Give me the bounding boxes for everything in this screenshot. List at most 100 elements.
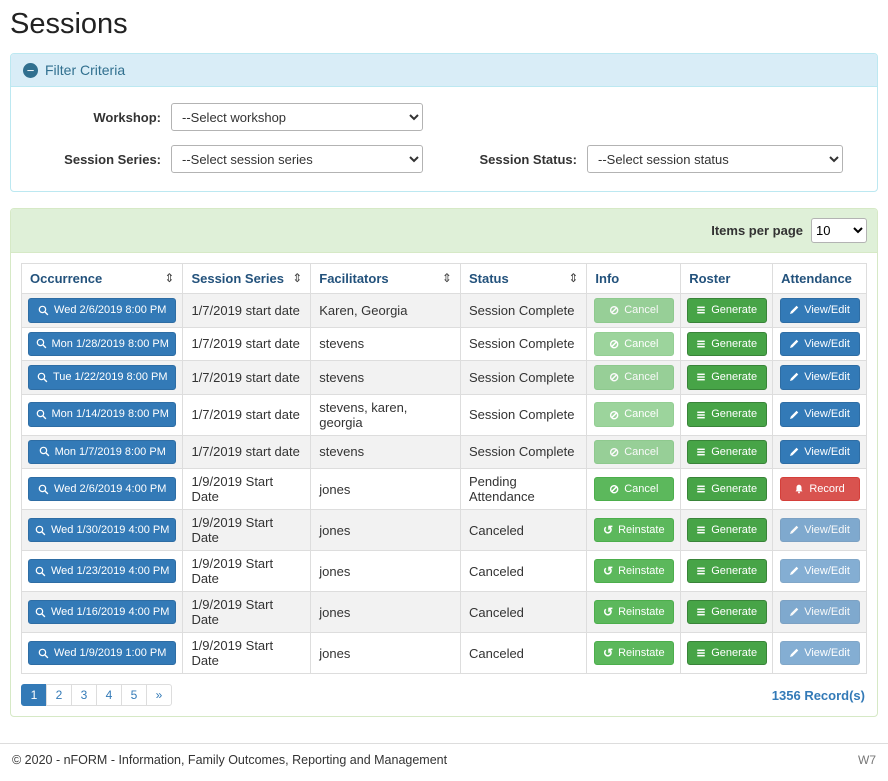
occurrence-label: Mon 1/14/2019 8:00 PM: [52, 406, 169, 423]
attendance-action-label: View/Edit: [804, 444, 850, 461]
status-cell: Canceled: [460, 592, 586, 633]
occurrence-button[interactable]: Wed 2/6/2019 4:00 PM: [28, 477, 176, 502]
session-series-cell: 1/9/2019 Start Date: [183, 633, 311, 674]
occurrence-button[interactable]: Wed 1/9/2019 1:00 PM: [28, 641, 176, 666]
roster-generate-button[interactable]: Generate: [687, 477, 767, 502]
info-action-button[interactable]: ⊘ ↺ Cancel: [594, 365, 674, 390]
generate-icon: [696, 372, 706, 382]
sessions-table: Occurrence⇕Session Series⇕Facilitators⇕S…: [21, 263, 867, 674]
info-action-button[interactable]: ⊘ ↺ Reinstate: [594, 641, 674, 666]
attendance-action-button[interactable]: View/Edit: [780, 600, 860, 625]
occurrence-button[interactable]: Wed 1/23/2019 4:00 PM: [28, 559, 176, 584]
roster-generate-button[interactable]: Generate: [687, 600, 767, 625]
info-action-button[interactable]: ⊘ ↺ Cancel: [594, 298, 674, 323]
search-icon: [36, 338, 47, 349]
info-action-button[interactable]: ⊘ ↺ Reinstate: [594, 600, 674, 625]
status-cell: Session Complete: [460, 294, 586, 328]
attendance-action-button[interactable]: View/Edit: [780, 298, 860, 323]
page: Sessions − Filter Criteria Workshop: --S…: [0, 8, 888, 717]
attendance-action-button[interactable]: View/Edit: [780, 559, 860, 584]
pencil-icon: [789, 410, 799, 420]
pagination-page[interactable]: »: [146, 684, 172, 706]
pagination-page[interactable]: 2: [46, 684, 72, 706]
attendance-action-button[interactable]: View/Edit: [780, 332, 860, 357]
pagination-page[interactable]: 1: [21, 684, 47, 706]
generate-icon: [696, 339, 706, 349]
pagination-page[interactable]: 4: [96, 684, 122, 706]
items-per-page-label: Items per page: [711, 223, 803, 238]
ban-icon: ⊘: [609, 446, 619, 458]
occurrence-label: Wed 1/23/2019 4:00 PM: [51, 563, 169, 580]
table-row: Wed 1/9/2019 1:00 PM 1/9/2019 Start Date…: [22, 633, 867, 674]
attendance-action-button[interactable]: View/Edit: [780, 440, 860, 465]
sort-icon: ⇕: [292, 271, 302, 285]
occurrence-button[interactable]: Wed 1/30/2019 4:00 PM: [28, 518, 176, 543]
roster-generate-button[interactable]: Generate: [687, 518, 767, 543]
search-icon: [36, 409, 47, 420]
column-header[interactable]: Facilitators⇕: [311, 264, 461, 294]
session-status-select[interactable]: --Select session status: [587, 145, 843, 173]
session-series-select[interactable]: --Select session series: [171, 145, 423, 173]
info-action-label: Reinstate: [618, 563, 664, 580]
items-per-page-select[interactable]: 10: [811, 218, 867, 243]
roster-generate-button[interactable]: Generate: [687, 365, 767, 390]
ban-icon: ⊘: [609, 304, 619, 316]
occurrence-button[interactable]: Wed 1/16/2019 4:00 PM: [28, 600, 176, 625]
info-action-label: Reinstate: [618, 645, 664, 662]
roster-generate-button[interactable]: Generate: [687, 332, 767, 357]
generate-icon: [696, 607, 706, 617]
attendance-action-button[interactable]: View/Edit: [780, 518, 860, 543]
facilitators-cell: stevens: [311, 327, 461, 361]
roster-generate-button[interactable]: Generate: [687, 298, 767, 323]
occurrence-button[interactable]: Mon 1/28/2019 8:00 PM: [28, 332, 176, 357]
column-header[interactable]: Session Series⇕: [183, 264, 311, 294]
attendance-action-label: View/Edit: [804, 563, 850, 580]
column-header[interactable]: Occurrence⇕: [22, 264, 183, 294]
bell-icon: [794, 484, 804, 494]
info-action-label: Reinstate: [618, 604, 664, 621]
occurrence-button[interactable]: Mon 1/7/2019 8:00 PM: [28, 440, 176, 465]
attendance-action-button[interactable]: View/Edit: [780, 402, 860, 427]
roster-generate-button[interactable]: Generate: [687, 641, 767, 666]
info-action-button[interactable]: ⊘ ↺ Reinstate: [594, 518, 674, 543]
undo-icon: ↺: [603, 565, 613, 577]
records-count: 1356 Record(s): [772, 688, 867, 703]
info-action-button[interactable]: ⊘ ↺ Cancel: [594, 477, 674, 502]
session-series-cell: 1/7/2019 start date: [183, 294, 311, 328]
column-header: Info: [587, 264, 681, 294]
info-action-button[interactable]: ⊘ ↺ Cancel: [594, 332, 674, 357]
roster-generate-label: Generate: [711, 481, 757, 498]
pagination-page[interactable]: 5: [121, 684, 147, 706]
attendance-action-label: View/Edit: [804, 336, 850, 353]
attendance-action-button[interactable]: View/Edit: [780, 365, 860, 390]
occurrence-button[interactable]: Mon 1/14/2019 8:00 PM: [28, 402, 176, 427]
filter-panel-header[interactable]: − Filter Criteria: [11, 54, 877, 87]
pencil-icon: [789, 566, 799, 576]
search-icon: [35, 566, 46, 577]
info-action-button[interactable]: ⊘ ↺ Cancel: [594, 402, 674, 427]
roster-generate-button[interactable]: Generate: [687, 402, 767, 427]
footer-env-label: W7: [858, 753, 876, 767]
session-series-cell: 1/9/2019 Start Date: [183, 469, 311, 510]
column-header-label: Info: [595, 271, 619, 286]
occurrence-button[interactable]: Wed 2/6/2019 8:00 PM: [28, 298, 176, 323]
attendance-action-button[interactable]: View/Edit: [780, 641, 860, 666]
ban-icon: ⊘: [609, 409, 619, 421]
roster-generate-button[interactable]: Generate: [687, 559, 767, 584]
attendance-action-label: View/Edit: [804, 604, 850, 621]
collapse-minus-icon[interactable]: −: [23, 63, 38, 78]
pagination-page[interactable]: 3: [71, 684, 97, 706]
info-action-button[interactable]: ⊘ ↺ Reinstate: [594, 559, 674, 584]
status-cell: Session Complete: [460, 327, 586, 361]
info-action-label: Cancel: [624, 444, 658, 461]
info-action-button[interactable]: ⊘ ↺ Cancel: [594, 440, 674, 465]
info-action-label: Cancel: [624, 481, 658, 498]
session-series-cell: 1/7/2019 start date: [183, 361, 311, 395]
attendance-action-button[interactable]: Record: [780, 477, 860, 502]
workshop-select[interactable]: --Select workshop: [171, 103, 423, 131]
column-header-label: Attendance: [781, 271, 852, 286]
roster-generate-button[interactable]: Generate: [687, 440, 767, 465]
occurrence-button[interactable]: Tue 1/22/2019 8:00 PM: [28, 365, 176, 390]
column-header[interactable]: Status⇕: [460, 264, 586, 294]
pencil-icon: [789, 372, 799, 382]
